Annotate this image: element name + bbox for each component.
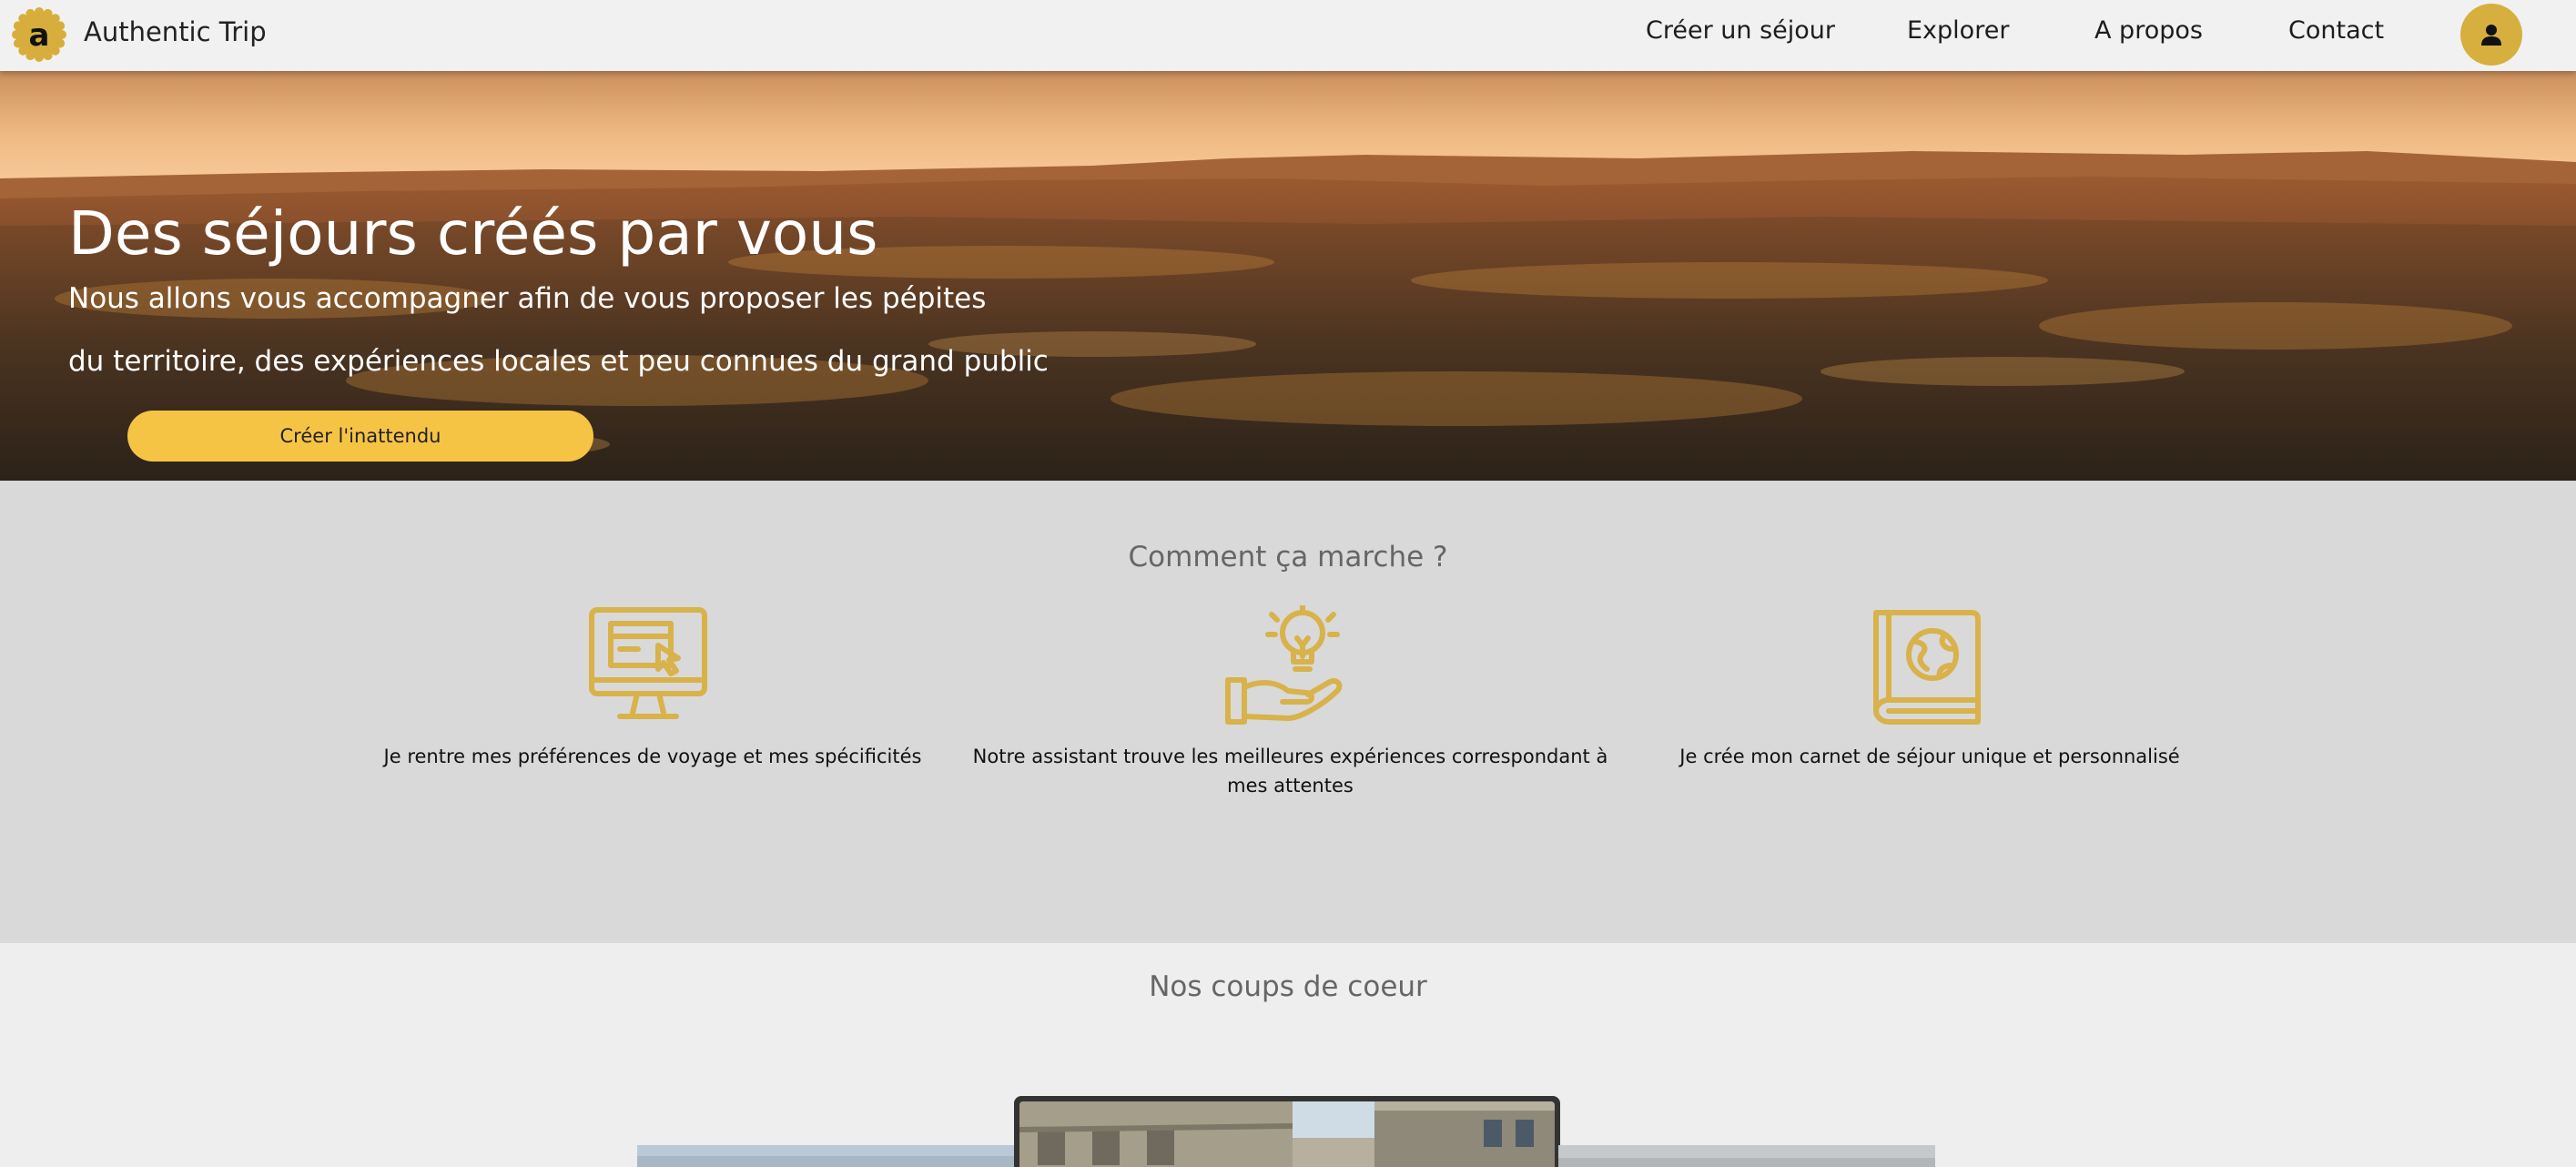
step-3-text: Je crée mon carnet de séjour unique et p…	[1679, 746, 2180, 767]
nav-contact[interactable]: Contact	[2288, 16, 2384, 45]
hero-subtitle-line-2: du territoire, des expériences locales e…	[68, 345, 1049, 378]
favorite-card-left[interactable]	[637, 1145, 1019, 1167]
favorite-card-featured[interactable]	[1014, 1096, 1560, 1167]
step-2-text-line-1: Notre assistant trouve les meilleures ex…	[972, 746, 1608, 767]
top-navbar: a Authentic Trip Créer un séjour Explore…	[0, 0, 2576, 71]
create-unexpected-button[interactable]: Créer l'inattendu	[127, 411, 593, 462]
hero-banner: Des séjours créés par vous Nous allons v…	[0, 71, 2576, 481]
globe-book-icon	[1869, 605, 1991, 726]
brand-name[interactable]: Authentic Trip	[84, 16, 267, 47]
hero-title: Des séjours créés par vous	[68, 198, 878, 269]
step-2-text: Notre assistant trouve les meilleures ex…	[969, 742, 1611, 800]
computer-screen-icon	[587, 605, 709, 726]
step-2-text-line-2: mes attentes	[1227, 775, 1354, 797]
user-avatar-button[interactable]	[2460, 4, 2522, 66]
nav-about[interactable]: A propos	[2094, 16, 2203, 45]
authentic-trip-logo[interactable]: a	[11, 6, 67, 63]
lightbulb-hand-icon	[1224, 603, 1346, 726]
favorites-title: Nos coups de coeur	[1149, 970, 1427, 1003]
how-it-works-title: Comment ça marche ?	[1128, 541, 1448, 573]
logo-letter: a	[29, 17, 50, 54]
step-1-text: Je rentre mes préférences de voyage et m…	[383, 746, 922, 767]
hero-subtitle-line-1: Nous allons vous accompagner afin de vou…	[68, 282, 987, 315]
favorites-section: Nos coups de coeur	[0, 943, 2576, 1167]
nav-explore[interactable]: Explorer	[1907, 16, 2009, 45]
favorite-card-right[interactable]	[1558, 1145, 1935, 1167]
how-it-works-section: Comment ça marche ? Je rentre mes préfér…	[0, 481, 2576, 943]
featured-building-image	[1019, 1101, 1555, 1167]
nav-create-trip[interactable]: Créer un séjour	[1646, 16, 1835, 45]
user-icon	[2481, 25, 2501, 46]
